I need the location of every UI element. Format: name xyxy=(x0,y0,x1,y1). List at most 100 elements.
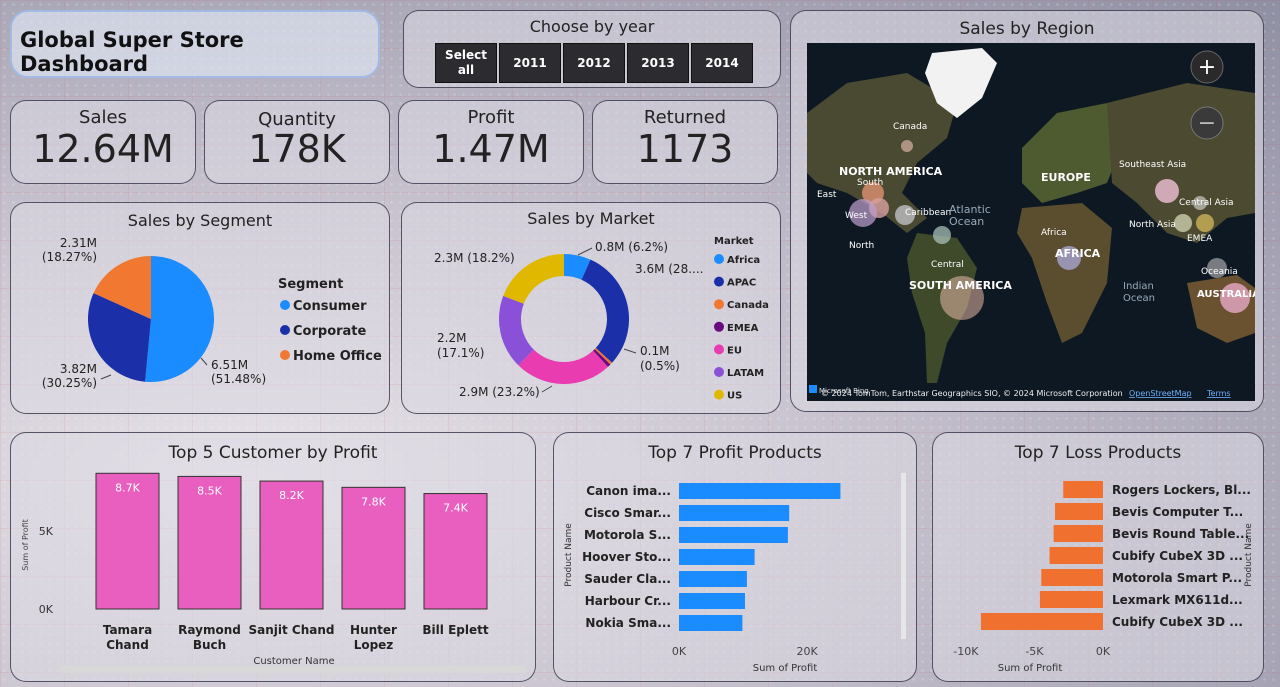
loss-bar-0[interactable] xyxy=(1063,481,1103,498)
market-legend-item-1[interactable]: APAC xyxy=(727,278,756,289)
market-slice-4[interactable] xyxy=(518,349,608,384)
segment-legend-marker-1 xyxy=(280,325,290,335)
map-label-5: North xyxy=(849,241,874,251)
profit-category-5: Harbour Cr... xyxy=(585,594,671,608)
loss-xlabel: Sum of Profit xyxy=(998,663,1063,674)
map-title: Sales by Region xyxy=(959,19,1095,39)
segment-leader-1 xyxy=(100,374,112,380)
loss-category-5: Lexmark MX611d... xyxy=(1112,593,1243,607)
dashboard-title-card: Global Super Store Dashboard xyxy=(10,10,380,78)
loss-bar-5[interactable] xyxy=(1039,591,1103,608)
profit-category-1: Cisco Smar... xyxy=(584,506,671,520)
kpi-profit-label: Profit xyxy=(467,107,515,128)
kpi-returned-label: Returned xyxy=(643,107,727,128)
segment-legend-title: Segment xyxy=(278,277,343,292)
loss-bar-1[interactable] xyxy=(1055,503,1103,520)
market-slice-5[interactable] xyxy=(499,295,534,366)
customer-data-label-1: 8.5K xyxy=(197,484,222,497)
profit-bar-3[interactable] xyxy=(679,549,755,565)
loss-category-2: Bevis Round Table... xyxy=(1112,527,1249,541)
market-legend-marker-6 xyxy=(714,389,724,400)
map-label-7: Atlantic Ocean xyxy=(949,203,991,228)
zoom-in-button[interactable]: + xyxy=(1190,50,1224,84)
segment-legend-item-0[interactable]: Consumer xyxy=(293,299,367,314)
top-customers-card: Top 5 Customer by Profit Sum of Profit 0K… xyxy=(10,432,536,682)
map-osm-link[interactable]: OpenStreetMap xyxy=(1129,389,1192,398)
market-legend-title: Market xyxy=(714,236,754,247)
customer-category-4: Bill Eplett xyxy=(422,623,488,637)
year-button-select-all[interactable]: Select all xyxy=(435,43,497,83)
market-legend-item-4[interactable]: EU xyxy=(727,345,742,356)
profit-bar-0[interactable] xyxy=(679,483,841,499)
profit-category-6: Nokia Sma... xyxy=(585,616,671,630)
map-label-14: Central Asia xyxy=(1179,198,1234,208)
segment-legend-marker-0 xyxy=(280,300,290,310)
year-button-2012[interactable]: 2012 xyxy=(563,43,625,83)
market-data-label-1: 3.6M (28.... xyxy=(635,262,703,276)
profit-bar-1[interactable] xyxy=(679,505,790,521)
market-legend-item-5[interactable]: LATAM xyxy=(727,368,764,379)
sales-by-region-card: Sales by Region Canada NORTH AMERICA Eas… xyxy=(790,10,1264,412)
kpi-quantity-value: 178K xyxy=(248,127,346,171)
year-button-2013[interactable]: 2013 xyxy=(627,43,689,83)
map-label-13: Southeast Asia xyxy=(1119,160,1186,170)
map-label-11: Africa xyxy=(1041,228,1067,238)
map-label-19: AUSTRALIA xyxy=(1197,289,1255,300)
top-profit-products-card: Top 7 Profit Products Product Name Canon … xyxy=(553,432,917,682)
customer-category-2: Sanjit Chand xyxy=(248,623,334,637)
market-legend-marker-5 xyxy=(714,367,724,377)
profit-bar-4[interactable] xyxy=(679,571,747,587)
profit-bar-2[interactable] xyxy=(679,527,788,543)
bubble-southeast-asia xyxy=(1155,179,1179,203)
map-land-africa xyxy=(1017,203,1112,343)
kpi-profit-value: 1.47M xyxy=(432,127,550,171)
market-data-label-0: 0.8M (6.2%) xyxy=(595,240,668,254)
map-label-8: Central xyxy=(931,260,964,270)
map-label-3: South xyxy=(857,178,883,188)
loss-bar-2[interactable] xyxy=(1053,525,1103,542)
world-map[interactable]: Canada NORTH AMERICA East South West North Car… xyxy=(807,43,1255,401)
map-label-16: EMEA xyxy=(1187,234,1213,244)
loss-bar-6[interactable] xyxy=(980,613,1103,630)
loss-ylabel: Product Name xyxy=(1244,523,1254,587)
loss-category-0: Rogers Lockers, Bl... xyxy=(1112,483,1251,497)
market-leader-2 xyxy=(541,385,553,393)
customer-category-1: Raymond xyxy=(178,623,241,637)
bubble-canada xyxy=(901,140,913,152)
segment-legend-item-1[interactable]: Corporate xyxy=(293,324,367,339)
profit-bar-5[interactable] xyxy=(679,593,745,609)
sales-by-market-card: Sales by Market 0.8M (6.2%) 3.6M (28.... 0… xyxy=(401,202,781,414)
market-data-label-4: 2.9M (23.2%) xyxy=(459,385,540,399)
market-legend-marker-0 xyxy=(714,254,724,264)
market-legend-item-6[interactable]: US xyxy=(727,391,742,402)
segment-slice-0[interactable] xyxy=(145,256,215,382)
year-button-2011[interactable]: 2011 xyxy=(499,43,561,83)
market-legend-item-0[interactable]: Africa xyxy=(727,255,760,266)
profit-bar-6[interactable] xyxy=(679,615,743,631)
loss-xtick-0: -10K xyxy=(953,645,979,658)
map-label-2: East xyxy=(817,190,837,200)
svg-text:−: − xyxy=(1198,111,1216,136)
market-leader-0 xyxy=(577,247,593,256)
market-legend-item-2[interactable]: Canada xyxy=(727,300,769,311)
map-label-15: North Asia xyxy=(1129,220,1176,230)
segment-data-label-2: 2.31M xyxy=(60,236,97,250)
loss-bar-4[interactable] xyxy=(1041,569,1103,586)
market-legend-item-3[interactable]: EMEA xyxy=(727,323,759,334)
market-slice-1[interactable] xyxy=(581,259,629,363)
loss-category-3: Cubify CubeX 3D ... xyxy=(1112,549,1243,563)
segment-legend-item-2[interactable]: Home Office xyxy=(293,349,382,364)
customer-scrollbar[interactable] xyxy=(61,666,526,673)
bubble-emea xyxy=(1196,214,1214,232)
customer-category-0: Chand xyxy=(106,638,149,652)
year-button-2014[interactable]: 2014 xyxy=(691,43,753,83)
market-data-label-6: 2.3M (18.2%) xyxy=(434,251,515,265)
customer-category-3: Hunter xyxy=(350,623,397,637)
map-terms-link[interactable]: Terms xyxy=(1206,389,1231,398)
zoom-out-button[interactable]: − xyxy=(1190,106,1224,140)
loss-bar-3[interactable] xyxy=(1049,547,1103,564)
profit-scrollbar[interactable] xyxy=(901,473,906,639)
map-label-18: Indian Ocean xyxy=(1123,281,1155,304)
kpi-returned-card: Returned 1173 xyxy=(592,100,778,184)
customer-category-0: Tamara xyxy=(103,623,152,637)
